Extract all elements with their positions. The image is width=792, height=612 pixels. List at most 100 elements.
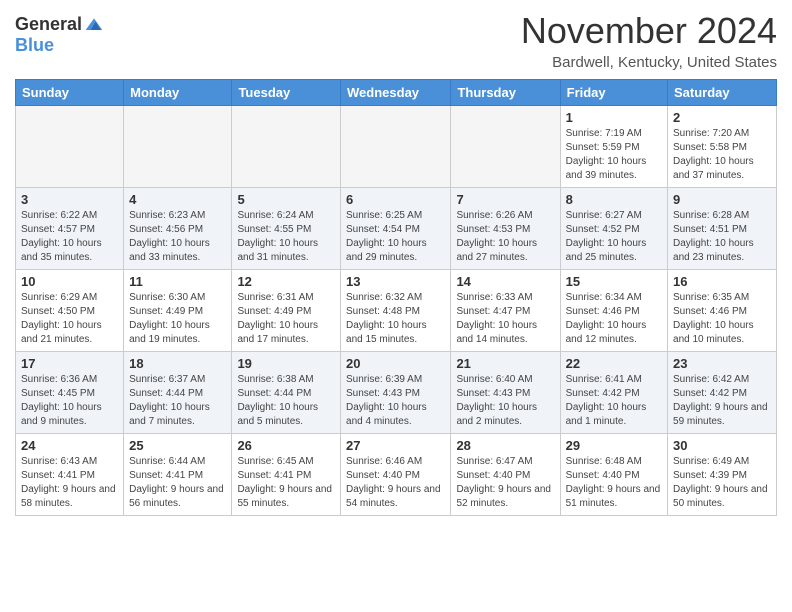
calendar-week-row: 24 Sunrise: 6:43 AM Sunset: 4:41 PM Dayli…	[16, 434, 777, 516]
day-info: Sunrise: 6:33 AM Sunset: 4:47 PM Dayligh…	[456, 291, 554, 347]
table-row: 14 Sunrise: 6:33 AM Sunset: 4:47 PM Dayli…	[451, 270, 560, 352]
table-row	[124, 106, 232, 188]
table-row: 2 Sunrise: 7:20 AM Sunset: 5:58 PM Daylig…	[668, 106, 777, 188]
day-info: Sunrise: 7:20 AM Sunset: 5:58 PM Dayligh…	[673, 127, 771, 183]
day-info: Sunrise: 6:34 AM Sunset: 4:46 PM Dayligh…	[566, 291, 662, 347]
day-number: 15	[566, 274, 662, 289]
table-row: 24 Sunrise: 6:43 AM Sunset: 4:41 PM Dayli…	[16, 434, 124, 516]
day-info: Sunrise: 6:36 AM Sunset: 4:45 PM Dayligh…	[21, 373, 118, 429]
day-number: 6	[346, 192, 445, 207]
day-info: Sunrise: 6:22 AM Sunset: 4:57 PM Dayligh…	[21, 209, 118, 265]
calendar-week-row: 1 Sunrise: 7:19 AM Sunset: 5:59 PM Daylig…	[16, 106, 777, 188]
table-row: 15 Sunrise: 6:34 AM Sunset: 4:46 PM Dayli…	[560, 270, 667, 352]
day-info: Sunrise: 6:49 AM Sunset: 4:39 PM Dayligh…	[673, 455, 771, 511]
table-row: 3Sunrise: 6:22 AM Sunset: 4:57 PM Daylig…	[16, 188, 124, 270]
header-wednesday: Wednesday	[341, 80, 451, 106]
table-row: 13 Sunrise: 6:32 AM Sunset: 4:48 PM Dayli…	[341, 270, 451, 352]
day-info: Sunrise: 6:45 AM Sunset: 4:41 PM Dayligh…	[237, 455, 335, 511]
day-number: 20	[346, 356, 445, 371]
table-row: 22 Sunrise: 6:41 AM Sunset: 4:42 PM Dayli…	[560, 352, 667, 434]
day-number: 21	[456, 356, 554, 371]
calendar-week-row: 3Sunrise: 6:22 AM Sunset: 4:57 PM Daylig…	[16, 188, 777, 270]
day-number: 16	[673, 274, 771, 289]
day-number: 27	[346, 438, 445, 453]
day-number: 2	[673, 110, 771, 125]
day-number: 18	[129, 356, 226, 371]
table-row: 29 Sunrise: 6:48 AM Sunset: 4:40 PM Dayli…	[560, 434, 667, 516]
day-number: 19	[237, 356, 335, 371]
table-row: 4 Sunrise: 6:23 AM Sunset: 4:56 PM Daylig…	[124, 188, 232, 270]
table-row: 6Sunrise: 6:25 AM Sunset: 4:54 PM Daylig…	[341, 188, 451, 270]
day-number: 1	[566, 110, 662, 125]
day-info: Sunrise: 6:30 AM Sunset: 4:49 PM Dayligh…	[129, 291, 226, 347]
table-row	[232, 106, 341, 188]
day-number: 22	[566, 356, 662, 371]
day-number: 13	[346, 274, 445, 289]
day-info: Sunrise: 6:28 AM Sunset: 4:51 PM Dayligh…	[673, 209, 771, 265]
month-title: November 2024	[521, 10, 777, 52]
logo: General Blue	[15, 10, 104, 56]
day-number: 12	[237, 274, 335, 289]
day-info: Sunrise: 6:38 AM Sunset: 4:44 PM Dayligh…	[237, 373, 335, 429]
table-row: 12 Sunrise: 6:31 AM Sunset: 4:49 PM Dayli…	[232, 270, 341, 352]
day-number: 7	[456, 192, 554, 207]
title-section: November 2024 Bardwell, Kentucky, United…	[521, 10, 777, 71]
header-saturday: Saturday	[668, 80, 777, 106]
page: General Blue November 2024 Bardwell, Ken…	[0, 0, 792, 612]
table-row: 5Sunrise: 6:24 AM Sunset: 4:55 PM Daylig…	[232, 188, 341, 270]
header: General Blue November 2024 Bardwell, Ken…	[15, 10, 777, 71]
table-row: 8Sunrise: 6:27 AM Sunset: 4:52 PM Daylig…	[560, 188, 667, 270]
day-number: 4	[129, 192, 226, 207]
day-info: Sunrise: 6:31 AM Sunset: 4:49 PM Dayligh…	[237, 291, 335, 347]
table-row: 28 Sunrise: 6:47 AM Sunset: 4:40 PM Dayli…	[451, 434, 560, 516]
table-row: 9Sunrise: 6:28 AM Sunset: 4:51 PM Daylig…	[668, 188, 777, 270]
header-sunday: Sunday	[16, 80, 124, 106]
table-row: 26Sunrise: 6:45 AM Sunset: 4:41 PM Dayli…	[232, 434, 341, 516]
table-row: 17 Sunrise: 6:36 AM Sunset: 4:45 PM Dayli…	[16, 352, 124, 434]
day-info: Sunrise: 6:27 AM Sunset: 4:52 PM Dayligh…	[566, 209, 662, 265]
table-row: 27Sunrise: 6:46 AM Sunset: 4:40 PM Dayli…	[341, 434, 451, 516]
header-monday: Monday	[124, 80, 232, 106]
day-info: Sunrise: 6:42 AM Sunset: 4:42 PM Dayligh…	[673, 373, 771, 429]
day-info: Sunrise: 6:35 AM Sunset: 4:46 PM Dayligh…	[673, 291, 771, 347]
calendar-week-row: 17 Sunrise: 6:36 AM Sunset: 4:45 PM Dayli…	[16, 352, 777, 434]
calendar-week-row: 10Sunrise: 6:29 AM Sunset: 4:50 PM Dayli…	[16, 270, 777, 352]
weekday-header-row: Sunday Monday Tuesday Wednesday Thursday…	[16, 80, 777, 106]
header-friday: Friday	[560, 80, 667, 106]
table-row	[16, 106, 124, 188]
day-number: 30	[673, 438, 771, 453]
day-number: 23	[673, 356, 771, 371]
day-info: Sunrise: 6:47 AM Sunset: 4:40 PM Dayligh…	[456, 455, 554, 511]
day-number: 24	[21, 438, 118, 453]
day-info: Sunrise: 6:26 AM Sunset: 4:53 PM Dayligh…	[456, 209, 554, 265]
day-number: 5	[237, 192, 335, 207]
logo-general: General	[15, 14, 82, 35]
table-row: 23 Sunrise: 6:42 AM Sunset: 4:42 PM Dayli…	[668, 352, 777, 434]
header-thursday: Thursday	[451, 80, 560, 106]
table-row: 1 Sunrise: 7:19 AM Sunset: 5:59 PM Daylig…	[560, 106, 667, 188]
table-row: 7 Sunrise: 6:26 AM Sunset: 4:53 PM Daylig…	[451, 188, 560, 270]
day-info: Sunrise: 6:41 AM Sunset: 4:42 PM Dayligh…	[566, 373, 662, 429]
table-row: 11 Sunrise: 6:30 AM Sunset: 4:49 PM Dayli…	[124, 270, 232, 352]
header-tuesday: Tuesday	[232, 80, 341, 106]
day-info: Sunrise: 6:23 AM Sunset: 4:56 PM Dayligh…	[129, 209, 226, 265]
table-row	[451, 106, 560, 188]
day-number: 10	[21, 274, 118, 289]
logo-blue: Blue	[15, 35, 54, 56]
day-info: Sunrise: 6:32 AM Sunset: 4:48 PM Dayligh…	[346, 291, 445, 347]
day-info: Sunrise: 6:44 AM Sunset: 4:41 PM Dayligh…	[129, 455, 226, 511]
table-row: 19 Sunrise: 6:38 AM Sunset: 4:44 PM Dayli…	[232, 352, 341, 434]
day-number: 11	[129, 274, 226, 289]
table-row: 16 Sunrise: 6:35 AM Sunset: 4:46 PM Dayli…	[668, 270, 777, 352]
calendar: Sunday Monday Tuesday Wednesday Thursday…	[15, 79, 777, 516]
day-number: 14	[456, 274, 554, 289]
location: Bardwell, Kentucky, United States	[521, 54, 777, 71]
day-info: Sunrise: 6:37 AM Sunset: 4:44 PM Dayligh…	[129, 373, 226, 429]
day-info: Sunrise: 6:48 AM Sunset: 4:40 PM Dayligh…	[566, 455, 662, 511]
day-number: 17	[21, 356, 118, 371]
day-info: Sunrise: 7:19 AM Sunset: 5:59 PM Dayligh…	[566, 127, 662, 183]
day-number: 29	[566, 438, 662, 453]
day-info: Sunrise: 6:43 AM Sunset: 4:41 PM Dayligh…	[21, 455, 118, 511]
day-number: 28	[456, 438, 554, 453]
day-info: Sunrise: 6:39 AM Sunset: 4:43 PM Dayligh…	[346, 373, 445, 429]
